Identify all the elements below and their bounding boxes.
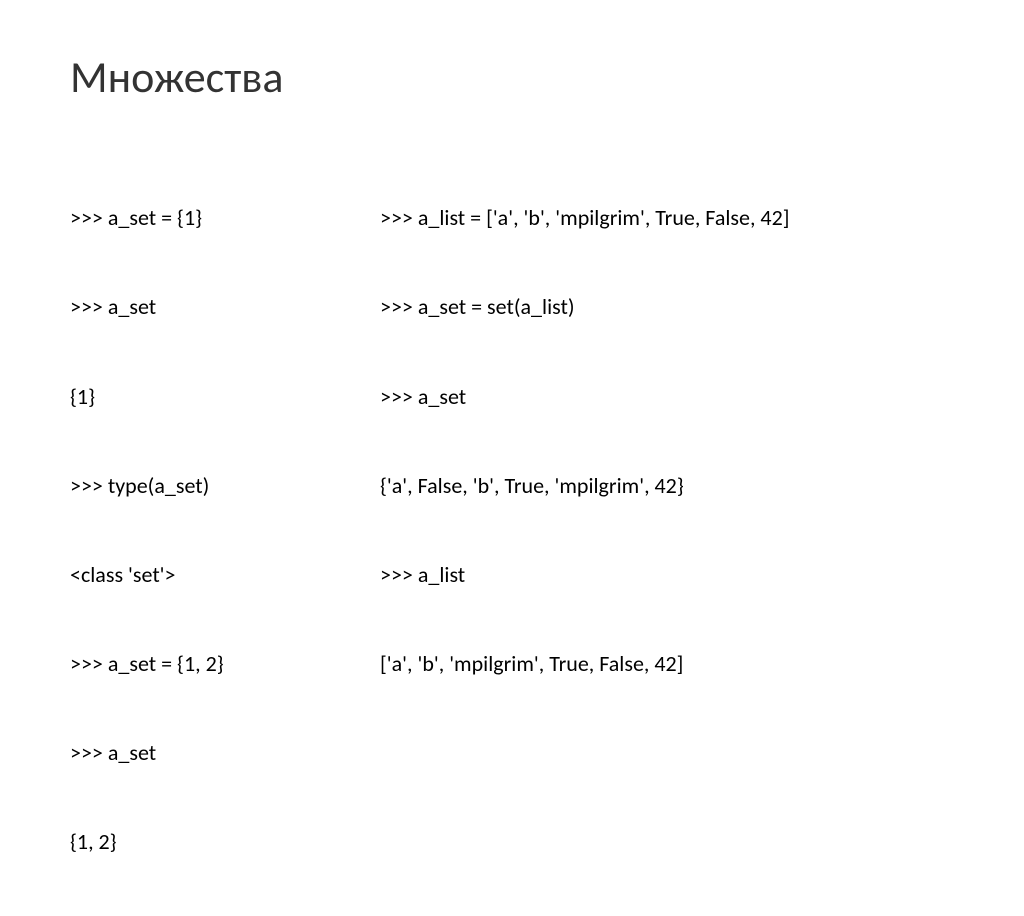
code-line: >>> a_list: [380, 560, 789, 590]
code-line: >>> a_set: [380, 382, 789, 412]
code-column-left: >>> a_set = {1} >>> a_set {1} >>> type(a…: [70, 144, 300, 916]
code-line: >>> type(a_set): [70, 471, 300, 501]
code-line: >>> a_set = {1}: [70, 203, 300, 233]
code-line: ['a', 'b', 'mpilgrim', True, False, 42]: [380, 649, 789, 679]
code-line: {1}: [70, 382, 300, 412]
code-line: >>> a_set = set(a_list): [380, 292, 789, 322]
code-line: {'a', False, 'b', True, 'mpilgrim', 42}: [380, 471, 789, 501]
slide-title: Множества: [70, 50, 954, 104]
code-line: {1, 2}: [70, 827, 300, 857]
slide-content: >>> a_set = {1} >>> a_set {1} >>> type(a…: [70, 144, 954, 916]
code-line: >>> a_set = {1, 2}: [70, 649, 300, 679]
code-line: >>> a_set: [70, 738, 300, 768]
code-column-right: >>> a_list = ['a', 'b', 'mpilgrim', True…: [380, 144, 789, 916]
code-line: >>> a_set: [70, 292, 300, 322]
code-line: <class 'set'>: [70, 560, 300, 590]
code-line: >>> a_list = ['a', 'b', 'mpilgrim', True…: [380, 203, 789, 233]
